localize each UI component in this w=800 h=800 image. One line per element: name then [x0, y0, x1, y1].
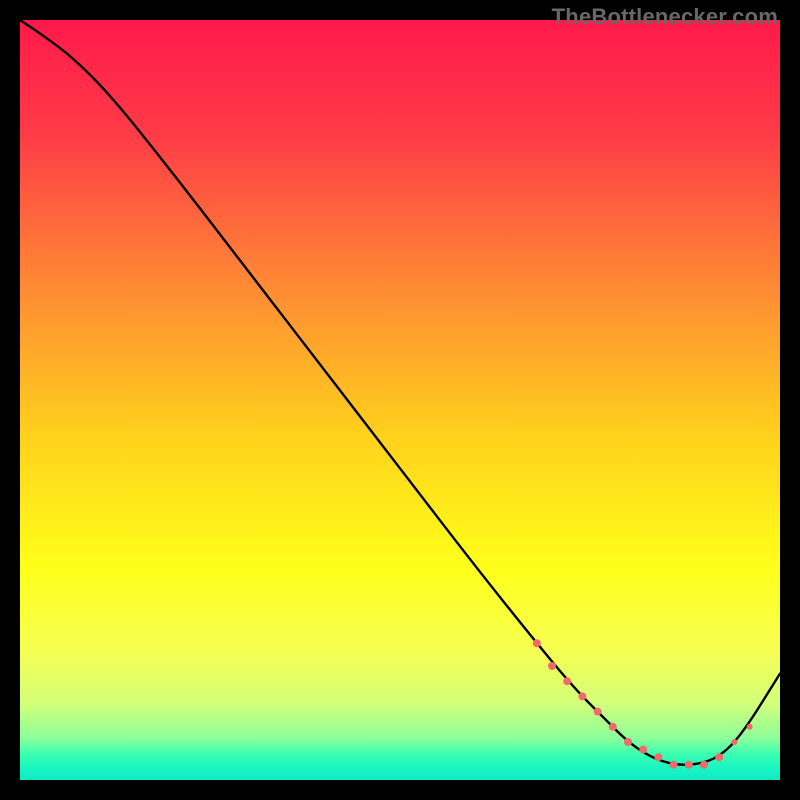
- range-marker: [639, 746, 647, 754]
- range-marker: [624, 738, 632, 746]
- range-marker: [609, 723, 617, 731]
- range-marker: [700, 761, 708, 769]
- plot-area: [20, 20, 780, 780]
- chart-stage: TheBottlenecker.com: [0, 0, 800, 800]
- range-marker: [654, 753, 662, 761]
- range-marker: [670, 761, 678, 769]
- plot-svg: [20, 20, 780, 780]
- range-marker: [578, 692, 586, 700]
- range-marker: [548, 662, 556, 670]
- range-marker: [715, 753, 723, 761]
- range-marker: [747, 724, 753, 730]
- range-marker: [594, 708, 602, 716]
- gradient-background: [20, 20, 780, 780]
- range-marker: [563, 677, 571, 685]
- range-marker: [685, 761, 693, 769]
- watermark-text: TheBottlenecker.com: [552, 4, 778, 30]
- range-marker: [731, 739, 737, 745]
- range-marker: [533, 639, 541, 647]
